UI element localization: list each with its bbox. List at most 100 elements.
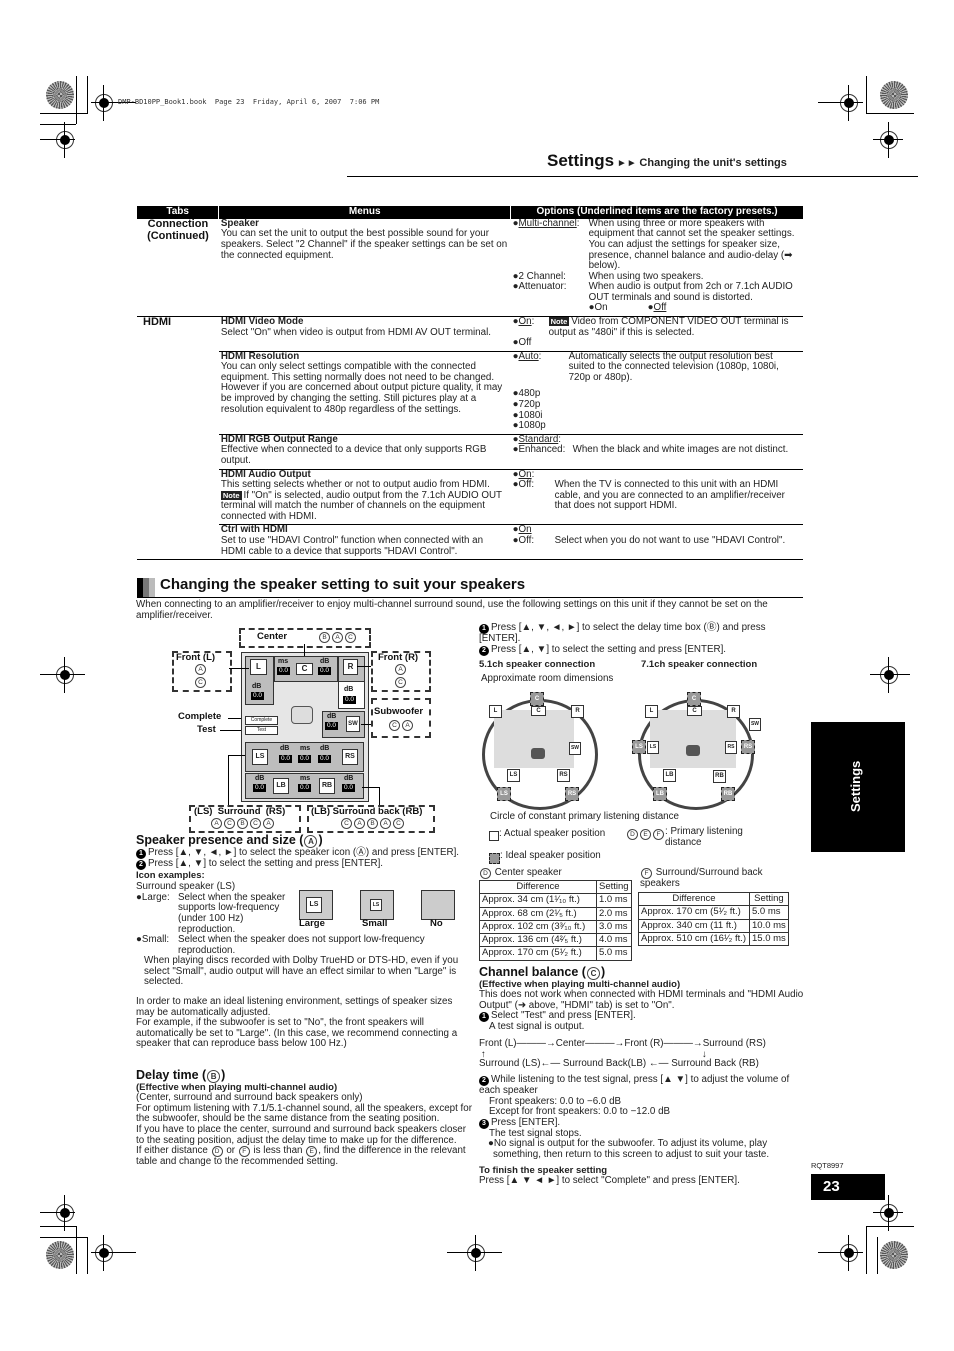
presence-heading: Speaker presence and size (A) <box>136 833 323 848</box>
surround-table-title: F Surround/Surround back speakers <box>640 867 763 889</box>
crop-mark <box>87 1237 88 1274</box>
page-number: 23 <box>811 1174 885 1200</box>
delay-section: Delay time (B) (Effective when playing m… <box>136 1068 472 1168</box>
delay-heading: Delay time (B) <box>136 1068 226 1083</box>
speaker-lb-icon[interactable]: LB <box>273 778 289 794</box>
tab-connection: Connection (Continued) <box>147 217 209 242</box>
crop-mark <box>866 76 867 113</box>
registration-mark-icon <box>840 85 858 121</box>
crop-mark <box>76 76 77 124</box>
col-tabs: Tabs <box>137 206 219 219</box>
delay-steps: 1 Press [▲, ▼, ◄, ►] to select the delay … <box>479 622 766 656</box>
speaker-icon: R <box>727 705 740 718</box>
print-header: DMP-BD10PP_Book1.book Page 23 Friday, Ap… <box>118 98 380 106</box>
speaker-l-icon[interactable]: L <box>250 659 267 675</box>
speaker-icon: C <box>687 706 702 716</box>
registration-dial-icon <box>46 1241 74 1269</box>
ideal-legend-icon <box>489 853 500 864</box>
registration-dial-icon <box>46 81 74 109</box>
center-table-title: D Center speaker <box>479 867 562 879</box>
registration-mark-icon <box>56 657 74 693</box>
settings-table: Tabs Menus Options (Underlined items are… <box>137 206 803 560</box>
registration-line <box>447 1252 502 1253</box>
crop-mark <box>866 1226 867 1274</box>
registration-line <box>40 674 85 675</box>
registration-line <box>870 674 910 675</box>
complete-button[interactable]: Complete <box>245 716 278 725</box>
table-row: Approx. 68 cm (2¹⁄₅ ft.) 2.0 ms <box>479 906 632 921</box>
balance-section: Channel balance (C) (Effective when play… <box>479 965 804 1186</box>
speaker-rs-icon[interactable]: RS <box>342 749 358 765</box>
col-menus: Menus <box>218 206 511 219</box>
speaker-r-icon[interactable]: R <box>343 659 358 675</box>
side-tab-settings: Settings <box>811 722 905 852</box>
speaker-sw-icon[interactable]: SW <box>346 716 360 732</box>
registration-mark-icon <box>56 1195 74 1231</box>
registration-line <box>873 139 903 140</box>
speaker-icon: L <box>645 705 658 718</box>
crop-mark <box>87 76 88 113</box>
speaker-icon: L <box>489 705 502 718</box>
registration-mark-icon <box>467 1235 485 1271</box>
page-title: Settings <box>547 151 615 170</box>
speaker-icon: R <box>571 705 584 718</box>
speaker-icon: LB <box>663 769 676 782</box>
table-row: Approx. 136 cm (4²⁄₅ ft.) 4.0 ms <box>479 932 632 948</box>
presence-section: Speaker presence and size (A) 1 Press [▲,… <box>136 833 472 1050</box>
speaker-rb-icon[interactable]: RB <box>319 778 335 794</box>
registration-line <box>40 1212 75 1213</box>
crop-mark <box>76 1226 77 1274</box>
presence-step-2: 2 Press [▲, ▼] to select the setting and … <box>136 858 472 870</box>
page-header: Settings ►► Changing the unit's settings <box>547 151 787 170</box>
speaker-icon: C <box>531 706 546 716</box>
table-row: Approx. 510 cm (16¹⁄₂ ft.) 15.0 ms <box>638 931 789 947</box>
registration-mark-icon <box>880 122 898 158</box>
seat-icon <box>531 748 545 759</box>
crop-mark <box>40 1226 76 1227</box>
table-row: Approx. 340 cm (11 ft.) 10.0 ms <box>638 918 789 933</box>
crop-mark <box>40 124 76 125</box>
test-flow-bottom: Surround (LS)←— Surround Back(LB) ←— Sur… <box>479 1057 759 1069</box>
note-badge: Note <box>548 317 570 326</box>
callout-subwoofer <box>371 698 431 738</box>
balance-heading: Channel balance (C) <box>479 965 606 980</box>
speaker-icon: LS <box>507 769 520 782</box>
registration-mark-icon <box>56 122 74 158</box>
table-row-hdmi-rgb: HDMI RGB Output Range Effective when conn… <box>137 433 803 470</box>
attenuator-choices: ●On ●Off <box>588 302 667 314</box>
speaker-c-icon[interactable]: C <box>296 663 313 675</box>
section-title: Changing the speaker setting to suit you… <box>160 576 526 593</box>
tab-hdmi: HDMI <box>137 315 219 560</box>
registration-dial-icon <box>880 1241 908 1269</box>
crop-mark <box>40 1237 88 1238</box>
table-row-connection: Connection (Continued) Speaker You can s… <box>137 217 803 317</box>
speaker-ls-large-icon: LS <box>306 897 322 913</box>
registration-line <box>818 102 863 103</box>
crop-mark <box>866 1226 914 1227</box>
speaker-ls-icon[interactable]: LS <box>252 749 268 765</box>
registration-line <box>873 1212 903 1213</box>
speaker-icon: RB <box>713 770 726 783</box>
section-intro: When connecting to an amplifier/receiver… <box>136 599 768 621</box>
table-row-hdmi-audio: HDMI Audio Output This setting selects wh… <box>137 468 803 525</box>
option-item: ●Multi-channel: When using three or more … <box>512 217 795 272</box>
speaker-icon: SW <box>569 742 581 755</box>
header-arrows: ►► <box>616 158 637 169</box>
registration-mark-icon <box>880 657 898 693</box>
room-dims-label: Approximate room dimensions <box>481 673 614 684</box>
registration-mark-icon <box>95 1235 113 1271</box>
icon-example-no <box>421 890 455 920</box>
center-delay-table: Difference Setting Approx. 34 cm (1¹⁄₁₀ f… <box>479 879 632 961</box>
option-item: ●Attenuator: When audio is output from 2c… <box>512 281 793 303</box>
table-row: Approx. 170 cm (5¹⁄₂ ft.) 5.0 ms <box>638 905 789 920</box>
speaker-icon: RS <box>725 741 737 754</box>
registration-mark-icon <box>880 1195 898 1231</box>
registration-line <box>818 1252 863 1253</box>
label-51ch: 5.1ch speaker connection <box>479 659 596 670</box>
registration-mark-icon <box>95 85 113 121</box>
section-bar-icon <box>137 578 155 597</box>
crop-mark <box>866 113 914 114</box>
test-button[interactable]: Test <box>245 726 278 735</box>
registration-line <box>91 1252 136 1253</box>
crop-mark <box>40 113 88 114</box>
